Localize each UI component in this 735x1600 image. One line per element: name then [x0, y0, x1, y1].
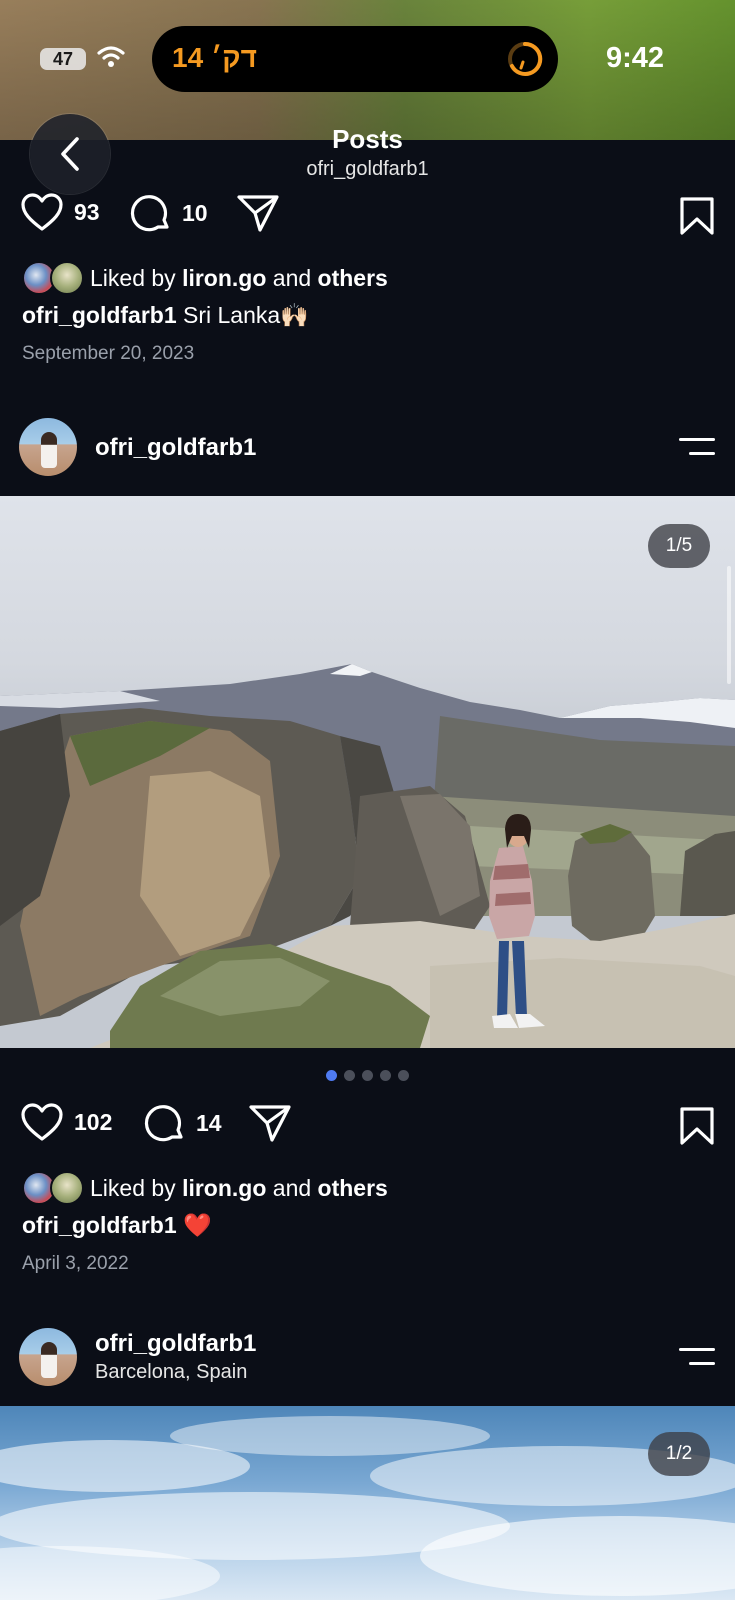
island-timer-text: 14 דק׳ — [172, 42, 257, 73]
post-actions: 93 10 — [20, 192, 715, 242]
like-button[interactable]: 102 — [20, 1102, 112, 1142]
bookmark-icon — [680, 197, 714, 235]
post-location[interactable]: Barcelona, Spain — [95, 1361, 247, 1384]
post-username[interactable]: ofri_goldfarb1 — [95, 1330, 256, 1358]
caption-text: Sri Lanka🙌🏻 — [176, 302, 309, 328]
post-actions: 102 14 — [20, 1102, 715, 1152]
liked-by-text: Liked by liron.go and others — [90, 264, 388, 291]
bookmark-icon — [680, 1107, 714, 1145]
liker-avatar — [50, 261, 84, 295]
carousel-dot — [362, 1070, 373, 1081]
post-date: September 20, 2023 — [22, 343, 195, 364]
dynamic-island[interactable]: 14 דק׳ — [152, 26, 558, 92]
post-username[interactable]: ofri_goldfarb1 — [95, 434, 256, 462]
comment-count: 14 — [196, 1109, 222, 1136]
carousel-dot-active — [326, 1070, 337, 1081]
heart-icon — [21, 1103, 63, 1141]
status-clock: 9:42 — [606, 42, 665, 74]
liker-avatar — [50, 1171, 84, 1205]
share-button[interactable] — [236, 192, 280, 234]
comment-count: 10 — [182, 199, 208, 226]
comment-icon — [144, 1105, 183, 1142]
scroll-indicator — [727, 566, 731, 684]
post-date: April 3, 2022 — [22, 1253, 129, 1274]
save-button[interactable] — [679, 1106, 715, 1151]
sky-photo — [0, 1416, 735, 1600]
page-subtitle: ofri_goldfarb1 — [306, 158, 429, 180]
caption-username[interactable]: ofri_goldfarb1 — [22, 1212, 177, 1238]
like-count: 93 — [74, 198, 100, 225]
comment-button[interactable]: 10 — [130, 192, 208, 234]
carousel-dot — [380, 1070, 391, 1081]
post-caption: ofri_goldfarb1 ❤️ — [22, 1212, 212, 1239]
avatar[interactable] — [19, 1328, 77, 1386]
liked-by-line[interactable]: Liked by liron.go and others — [22, 1169, 388, 1207]
post-header: ofri_goldfarb1 Barcelona, Spain — [0, 1328, 735, 1398]
share-button[interactable] — [248, 1102, 292, 1144]
caption-username[interactable]: ofri_goldfarb1 — [22, 302, 177, 328]
liked-by-text: Liked by liron.go and others — [90, 1174, 388, 1201]
carousel-dots — [0, 1070, 735, 1081]
send-icon — [249, 1105, 291, 1142]
battery-indicator: 47 — [40, 48, 86, 70]
wifi-icon — [97, 46, 125, 67]
send-icon — [237, 195, 279, 232]
like-count: 102 — [74, 1108, 113, 1135]
timer-ring-icon — [508, 41, 543, 76]
caption-text: ❤️ — [176, 1212, 212, 1238]
avatar[interactable] — [19, 418, 77, 476]
photo-counter: 1/5 — [648, 524, 710, 568]
carousel-dot — [398, 1070, 409, 1081]
post-header: ofri_goldfarb1 — [0, 418, 735, 488]
comment-button[interactable]: 14 — [144, 1102, 222, 1144]
comment-icon — [130, 195, 169, 232]
save-button[interactable] — [679, 196, 715, 241]
post-caption: ofri_goldfarb1 Sri Lanka🙌🏻 — [22, 302, 309, 329]
liked-by-line[interactable]: Liked by liron.go and others — [22, 259, 388, 297]
more-options-icon[interactable] — [679, 1348, 715, 1368]
post-photo[interactable]: 1/2 — [0, 1406, 735, 1600]
like-button[interactable]: 93 — [20, 192, 100, 232]
photo-counter: 1/2 — [648, 1432, 710, 1476]
more-options-icon[interactable] — [679, 438, 715, 458]
page-title: Posts — [332, 124, 403, 154]
carousel-dot — [344, 1070, 355, 1081]
post-photo[interactable]: 1/5 — [0, 496, 735, 1048]
heart-icon — [21, 193, 63, 231]
meteora-photo — [0, 664, 735, 1048]
